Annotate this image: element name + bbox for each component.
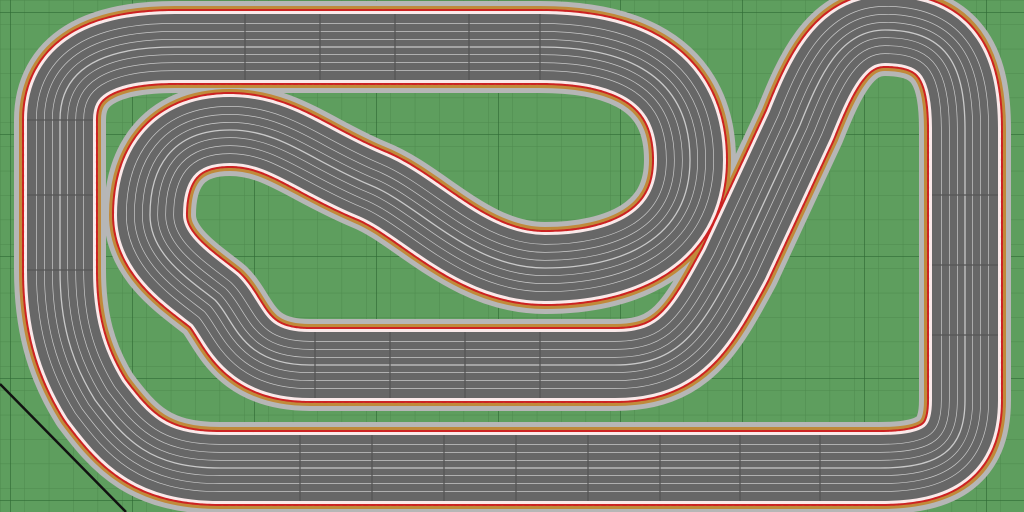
track-plan-canvas — [0, 0, 1024, 512]
track-plan — [0, 0, 1024, 512]
